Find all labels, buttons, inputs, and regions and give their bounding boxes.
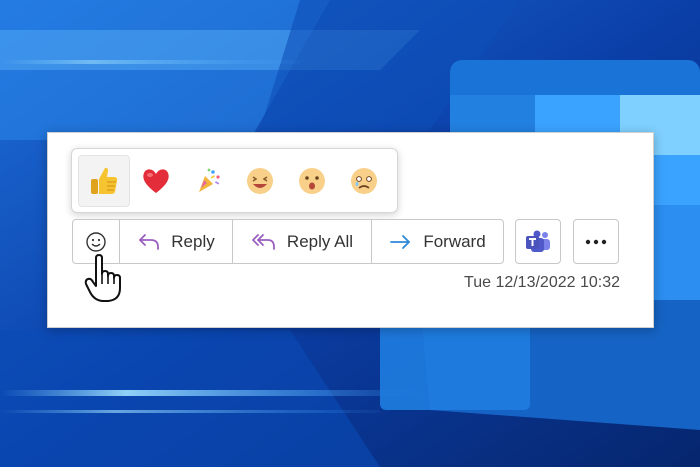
forward-arrow-icon <box>390 234 411 249</box>
smiley-icon <box>86 231 106 252</box>
message-timestamp: Tue 12/13/2022 10:32 <box>464 274 620 291</box>
laughing-face-icon <box>247 167 273 194</box>
reaction-picker <box>71 148 398 213</box>
heart-icon <box>143 168 169 193</box>
reaction-celebrate[interactable] <box>182 155 234 207</box>
teams-icon <box>526 230 550 252</box>
reply-button[interactable]: Reply <box>120 220 233 263</box>
message-toolbar: Reply Reply All Forward <box>72 219 504 264</box>
reply-label: Reply <box>171 231 215 251</box>
reply-all-button[interactable]: Reply All <box>233 220 372 263</box>
reaction-surprised[interactable] <box>286 155 338 207</box>
more-dots-icon <box>585 239 607 244</box>
reply-all-arrow-icon <box>252 233 275 250</box>
forward-button[interactable]: Forward <box>372 220 503 263</box>
thumbs-up-icon <box>91 167 118 194</box>
party-popper-icon <box>199 168 220 192</box>
hand-cursor-icon <box>84 254 121 302</box>
sad-face-icon <box>351 167 377 194</box>
teams-share-button[interactable] <box>515 219 561 264</box>
reply-arrow-icon <box>139 233 160 250</box>
reaction-laugh[interactable] <box>234 155 286 207</box>
action-button-group: Reply Reply All Forward <box>72 219 504 264</box>
forward-label: Forward <box>423 231 486 251</box>
reaction-like[interactable] <box>78 154 130 207</box>
reply-all-label: Reply All <box>286 231 354 251</box>
more-options-button[interactable] <box>573 219 619 264</box>
surprised-face-icon <box>299 167 325 194</box>
reaction-sad[interactable] <box>338 155 390 207</box>
reaction-heart[interactable] <box>130 155 182 207</box>
